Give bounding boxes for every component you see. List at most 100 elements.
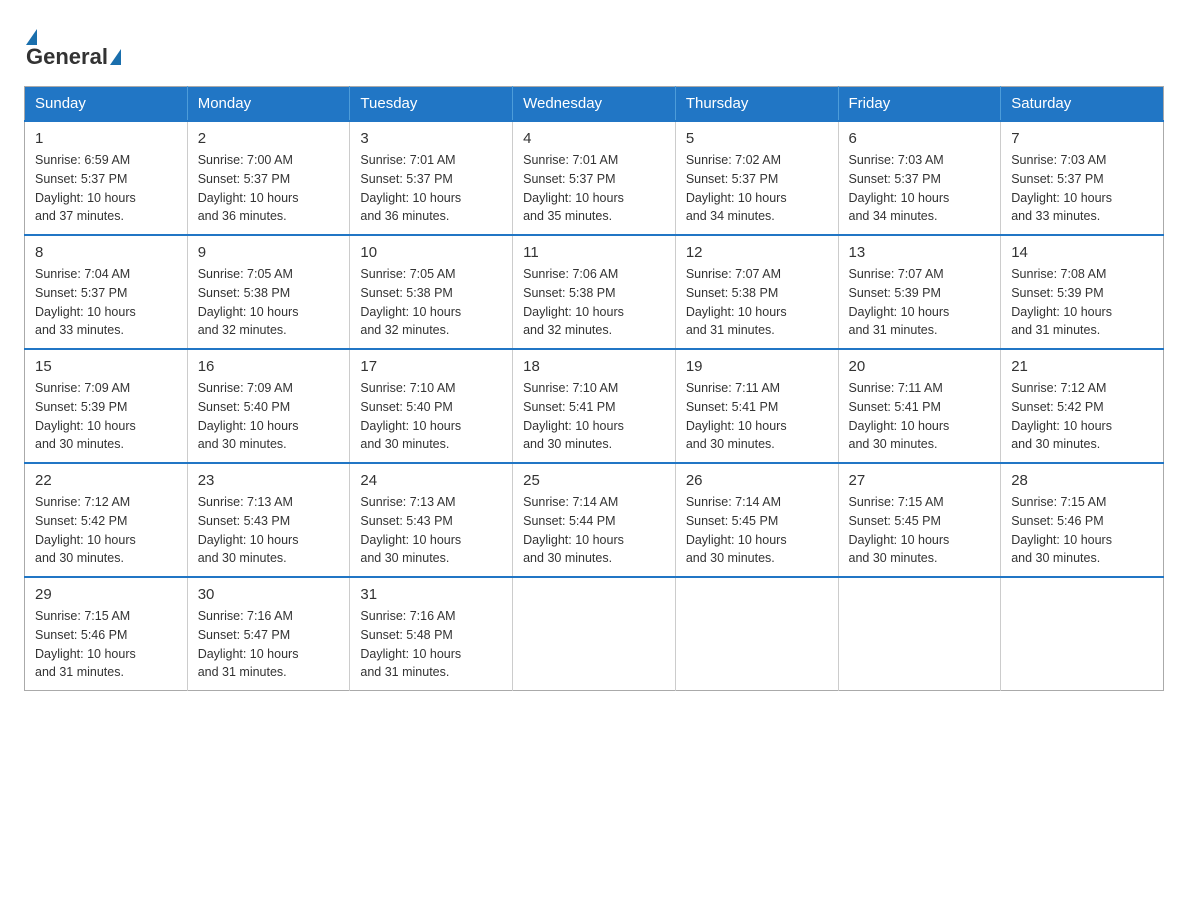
calendar-cell: 25 Sunrise: 7:14 AM Sunset: 5:44 PM Dayl… [513,463,676,577]
day-number: 11 [523,244,665,261]
day-number: 4 [523,130,665,147]
day-number: 19 [686,358,828,375]
day-number: 21 [1011,358,1153,375]
calendar-cell: 20 Sunrise: 7:11 AM Sunset: 5:41 PM Dayl… [838,349,1001,463]
day-number: 23 [198,472,340,489]
day-info: Sunrise: 7:12 AM Sunset: 5:42 PM Dayligh… [1011,379,1153,454]
calendar-table: SundayMondayTuesdayWednesdayThursdayFrid… [24,86,1164,691]
day-number: 7 [1011,130,1153,147]
calendar-cell [1001,577,1164,691]
day-info: Sunrise: 7:10 AM Sunset: 5:41 PM Dayligh… [523,379,665,454]
day-info: Sunrise: 7:11 AM Sunset: 5:41 PM Dayligh… [849,379,991,454]
calendar-cell: 9 Sunrise: 7:05 AM Sunset: 5:38 PM Dayli… [187,235,350,349]
day-info: Sunrise: 7:08 AM Sunset: 5:39 PM Dayligh… [1011,265,1153,340]
calendar-cell: 22 Sunrise: 7:12 AM Sunset: 5:42 PM Dayl… [25,463,188,577]
day-info: Sunrise: 7:00 AM Sunset: 5:37 PM Dayligh… [198,151,340,226]
day-info: Sunrise: 7:14 AM Sunset: 5:44 PM Dayligh… [523,493,665,568]
day-number: 24 [360,472,502,489]
day-info: Sunrise: 7:09 AM Sunset: 5:39 PM Dayligh… [35,379,177,454]
day-info: Sunrise: 7:15 AM Sunset: 5:45 PM Dayligh… [849,493,991,568]
day-info: Sunrise: 7:01 AM Sunset: 5:37 PM Dayligh… [360,151,502,226]
calendar-week-row: 22 Sunrise: 7:12 AM Sunset: 5:42 PM Dayl… [25,463,1164,577]
calendar-cell: 31 Sunrise: 7:16 AM Sunset: 5:48 PM Dayl… [350,577,513,691]
calendar-cell: 13 Sunrise: 7:07 AM Sunset: 5:39 PM Dayl… [838,235,1001,349]
day-header-friday: Friday [838,87,1001,122]
day-number: 26 [686,472,828,489]
day-info: Sunrise: 7:03 AM Sunset: 5:37 PM Dayligh… [849,151,991,226]
day-info: Sunrise: 7:01 AM Sunset: 5:37 PM Dayligh… [523,151,665,226]
calendar-cell [513,577,676,691]
calendar-cell: 18 Sunrise: 7:10 AM Sunset: 5:41 PM Dayl… [513,349,676,463]
day-info: Sunrise: 7:14 AM Sunset: 5:45 PM Dayligh… [686,493,828,568]
day-info: Sunrise: 7:07 AM Sunset: 5:38 PM Dayligh… [686,265,828,340]
calendar-cell [675,577,838,691]
calendar-week-row: 29 Sunrise: 7:15 AM Sunset: 5:46 PM Dayl… [25,577,1164,691]
day-info: Sunrise: 7:05 AM Sunset: 5:38 PM Dayligh… [360,265,502,340]
day-number: 17 [360,358,502,375]
calendar-cell: 23 Sunrise: 7:13 AM Sunset: 5:43 PM Dayl… [187,463,350,577]
day-info: Sunrise: 7:02 AM Sunset: 5:37 PM Dayligh… [686,151,828,226]
day-number: 29 [35,586,177,603]
day-number: 1 [35,130,177,147]
day-header-monday: Monday [187,87,350,122]
day-header-wednesday: Wednesday [513,87,676,122]
calendar-cell: 27 Sunrise: 7:15 AM Sunset: 5:45 PM Dayl… [838,463,1001,577]
day-number: 18 [523,358,665,375]
calendar-cell: 12 Sunrise: 7:07 AM Sunset: 5:38 PM Dayl… [675,235,838,349]
day-number: 5 [686,130,828,147]
day-info: Sunrise: 7:16 AM Sunset: 5:48 PM Dayligh… [360,607,502,682]
calendar-cell: 1 Sunrise: 6:59 AM Sunset: 5:37 PM Dayli… [25,121,188,235]
calendar-cell: 30 Sunrise: 7:16 AM Sunset: 5:47 PM Dayl… [187,577,350,691]
calendar-cell: 19 Sunrise: 7:11 AM Sunset: 5:41 PM Dayl… [675,349,838,463]
day-info: Sunrise: 7:16 AM Sunset: 5:47 PM Dayligh… [198,607,340,682]
day-number: 28 [1011,472,1153,489]
calendar-cell: 5 Sunrise: 7:02 AM Sunset: 5:37 PM Dayli… [675,121,838,235]
logo-triangle-icon2 [110,49,121,65]
calendar-week-row: 8 Sunrise: 7:04 AM Sunset: 5:37 PM Dayli… [25,235,1164,349]
calendar-cell: 10 Sunrise: 7:05 AM Sunset: 5:38 PM Dayl… [350,235,513,349]
day-info: Sunrise: 7:12 AM Sunset: 5:42 PM Dayligh… [35,493,177,568]
day-info: Sunrise: 7:05 AM Sunset: 5:38 PM Dayligh… [198,265,340,340]
logo-general-text2: General [26,44,108,70]
calendar-cell: 24 Sunrise: 7:13 AM Sunset: 5:43 PM Dayl… [350,463,513,577]
day-header-thursday: Thursday [675,87,838,122]
day-info: Sunrise: 7:09 AM Sunset: 5:40 PM Dayligh… [198,379,340,454]
day-number: 9 [198,244,340,261]
logo: General [24,24,123,70]
day-number: 13 [849,244,991,261]
calendar-cell: 21 Sunrise: 7:12 AM Sunset: 5:42 PM Dayl… [1001,349,1164,463]
day-info: Sunrise: 7:04 AM Sunset: 5:37 PM Dayligh… [35,265,177,340]
calendar-cell: 7 Sunrise: 7:03 AM Sunset: 5:37 PM Dayli… [1001,121,1164,235]
day-info: Sunrise: 7:10 AM Sunset: 5:40 PM Dayligh… [360,379,502,454]
calendar-cell: 3 Sunrise: 7:01 AM Sunset: 5:37 PM Dayli… [350,121,513,235]
calendar-cell: 8 Sunrise: 7:04 AM Sunset: 5:37 PM Dayli… [25,235,188,349]
day-info: Sunrise: 7:07 AM Sunset: 5:39 PM Dayligh… [849,265,991,340]
calendar-cell: 4 Sunrise: 7:01 AM Sunset: 5:37 PM Dayli… [513,121,676,235]
day-info: Sunrise: 7:06 AM Sunset: 5:38 PM Dayligh… [523,265,665,340]
day-number: 31 [360,586,502,603]
calendar-cell: 2 Sunrise: 7:00 AM Sunset: 5:37 PM Dayli… [187,121,350,235]
calendar-week-row: 1 Sunrise: 6:59 AM Sunset: 5:37 PM Dayli… [25,121,1164,235]
day-info: Sunrise: 7:13 AM Sunset: 5:43 PM Dayligh… [198,493,340,568]
day-number: 10 [360,244,502,261]
day-number: 8 [35,244,177,261]
day-number: 12 [686,244,828,261]
day-number: 6 [849,130,991,147]
day-number: 27 [849,472,991,489]
day-info: Sunrise: 7:03 AM Sunset: 5:37 PM Dayligh… [1011,151,1153,226]
day-info: Sunrise: 7:15 AM Sunset: 5:46 PM Dayligh… [1011,493,1153,568]
page-header: General [24,24,1164,70]
day-info: Sunrise: 6:59 AM Sunset: 5:37 PM Dayligh… [35,151,177,226]
calendar-cell: 15 Sunrise: 7:09 AM Sunset: 5:39 PM Dayl… [25,349,188,463]
day-number: 16 [198,358,340,375]
day-header-tuesday: Tuesday [350,87,513,122]
calendar-cell: 11 Sunrise: 7:06 AM Sunset: 5:38 PM Dayl… [513,235,676,349]
logo-triangle-icon [26,29,37,45]
calendar-week-row: 15 Sunrise: 7:09 AM Sunset: 5:39 PM Dayl… [25,349,1164,463]
day-number: 14 [1011,244,1153,261]
day-info: Sunrise: 7:15 AM Sunset: 5:46 PM Dayligh… [35,607,177,682]
calendar-cell [838,577,1001,691]
calendar-cell: 17 Sunrise: 7:10 AM Sunset: 5:40 PM Dayl… [350,349,513,463]
day-number: 3 [360,130,502,147]
day-number: 22 [35,472,177,489]
